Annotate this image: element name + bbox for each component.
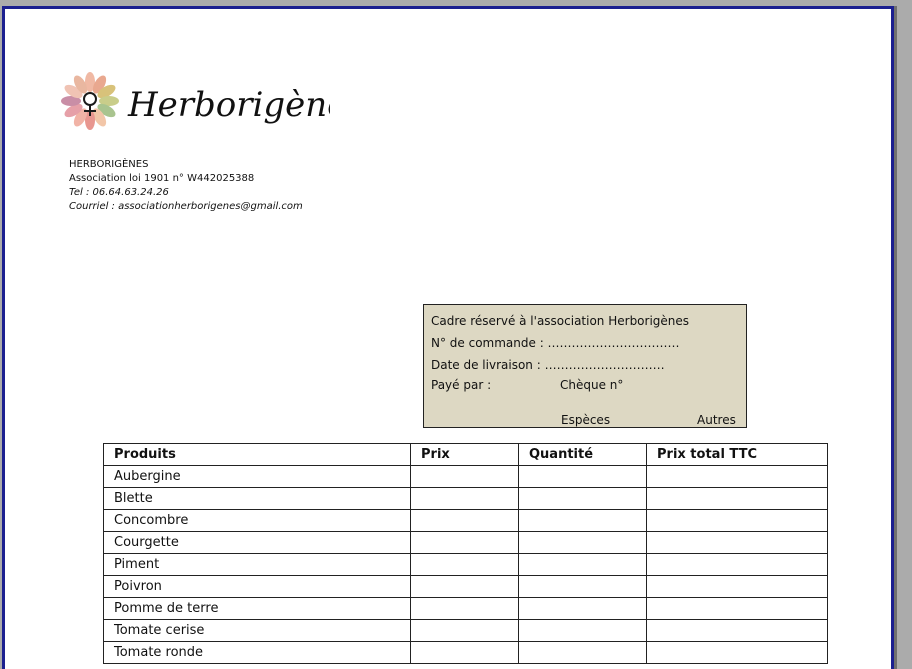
org-email: Courriel : associationherborigenes@gmail… [69, 201, 303, 212]
product-name: Aubergine [103, 465, 411, 488]
org-phone: Tel : 06.64.63.24.26 [69, 187, 169, 198]
product-name: Concombre [103, 509, 411, 532]
quantity-cell[interactable] [518, 531, 647, 554]
quantity-cell[interactable] [518, 641, 647, 664]
price-cell[interactable] [410, 487, 519, 510]
organization-info: HERBORIGÈNES Association loi 1901 n° W44… [69, 158, 303, 214]
org-name: HERBORIGÈNES [69, 159, 149, 170]
header-products: Produits [103, 443, 411, 466]
herborigenes-logo: Herborigènes [61, 72, 330, 130]
quantity-cell[interactable] [518, 487, 647, 510]
price-cell[interactable] [410, 641, 519, 664]
price-cell[interactable] [410, 509, 519, 532]
reserved-box-title: Cadre réservé à l'association Herborigèn… [431, 314, 690, 328]
price-cell[interactable] [410, 531, 519, 554]
table-row: Piment [103, 553, 828, 576]
quantity-cell[interactable] [518, 465, 647, 488]
total-cell[interactable] [646, 575, 828, 598]
document-page: Herborigènes HERBORIGÈNES Association lo… [2, 6, 894, 669]
product-name: Poivron [103, 575, 411, 598]
table-row: Courgette [103, 531, 828, 554]
total-cell[interactable] [646, 465, 828, 488]
product-name: Blette [103, 487, 411, 510]
total-cell[interactable] [646, 531, 828, 554]
quantity-cell[interactable] [518, 553, 647, 576]
logo-text: Herborigènes [127, 85, 330, 125]
table-header-row: Produits Prix Quantité Prix total TTC [103, 443, 828, 466]
cheque-option: Chèque n° [560, 378, 624, 392]
price-cell[interactable] [410, 597, 519, 620]
org-registration: Association loi 1901 n° W442025388 [69, 173, 255, 184]
paid-by-label: Payé par : [431, 378, 492, 392]
product-name: Courgette [103, 531, 411, 554]
product-name: Tomate ronde [103, 641, 411, 664]
price-cell[interactable] [410, 575, 519, 598]
table-row: Aubergine [103, 465, 828, 488]
quantity-cell[interactable] [518, 619, 647, 642]
total-cell[interactable] [646, 509, 828, 532]
table-row: Blette [103, 487, 828, 510]
flower-icon [61, 72, 119, 130]
price-cell[interactable] [410, 553, 519, 576]
header-total: Prix total TTC [646, 443, 828, 466]
quantity-cell[interactable] [518, 597, 647, 620]
price-cell[interactable] [410, 465, 519, 488]
total-cell[interactable] [646, 641, 828, 664]
header-quantity: Quantité [518, 443, 647, 466]
total-cell[interactable] [646, 487, 828, 510]
product-name: Tomate cerise [103, 619, 411, 642]
delivery-date-field: Date de livraison : ………………………… [431, 358, 665, 372]
total-cell[interactable] [646, 619, 828, 642]
order-number-field: N° de commande : …………………………… [431, 336, 680, 350]
product-name: Piment [103, 553, 411, 576]
total-cell[interactable] [646, 553, 828, 576]
table-row: Pomme de terre [103, 597, 828, 620]
price-cell[interactable] [410, 619, 519, 642]
header-price: Prix [410, 443, 519, 466]
other-option: Autres [697, 413, 736, 427]
quantity-cell[interactable] [518, 575, 647, 598]
product-table: Produits Prix Quantité Prix total TTC Au… [103, 443, 828, 664]
total-cell[interactable] [646, 597, 828, 620]
cash-option: Espèces [561, 413, 611, 427]
table-row: Concombre [103, 509, 828, 532]
product-name: Pomme de terre [103, 597, 411, 620]
table-row: Tomate cerise [103, 619, 828, 642]
quantity-cell[interactable] [518, 509, 647, 532]
table-row: Poivron [103, 575, 828, 598]
table-row: Tomate ronde [103, 641, 828, 664]
reserved-box: Cadre réservé à l'association Herborigèn… [423, 304, 747, 428]
